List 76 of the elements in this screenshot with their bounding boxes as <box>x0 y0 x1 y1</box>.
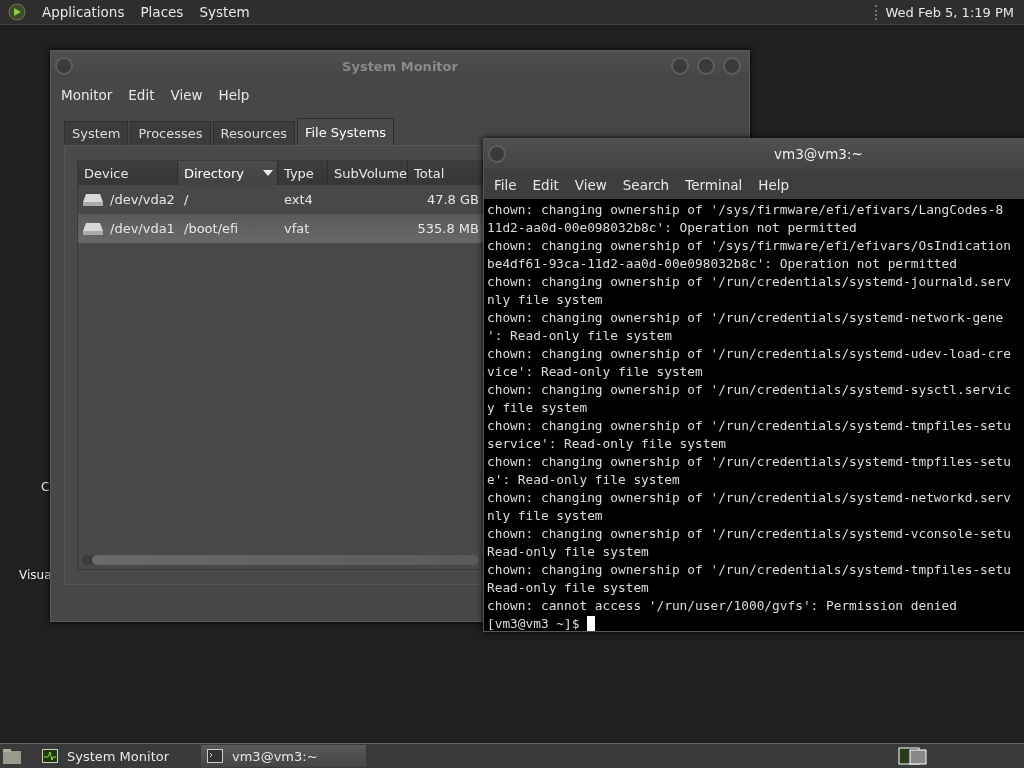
monitor-icon <box>42 749 58 763</box>
panel-menu[interactable]: Applications <box>34 4 133 20</box>
show-desktop-icon[interactable] <box>2 747 22 765</box>
tab[interactable]: System <box>64 121 129 145</box>
terminal-line: chown: changing ownership of '/sys/firmware/efi/efivars/OsIndication <box>487 237 1012 255</box>
panel-menu[interactable]: System <box>191 4 258 20</box>
terminal-line: chown: changing ownership of '/run/credentials/systemd-tmpfiles-setu <box>487 561 1012 579</box>
menu-item[interactable]: Help <box>750 175 798 195</box>
menu-item[interactable]: View <box>566 175 615 195</box>
column-header[interactable]: Directory <box>178 161 278 185</box>
terminal-line: e': Read-only file system <box>487 471 681 489</box>
taskbar-button[interactable]: vm3@vm3:~ <box>201 745 366 767</box>
table-cell-text: 47.8 GB <box>425 192 480 207</box>
terminal-line: ': Read-only file system <box>487 327 673 345</box>
window-title: System Monitor <box>342 58 458 74</box>
menu-item[interactable]: Monitor <box>53 85 121 105</box>
terminal-line: chown: changing ownership of '/run/credentials/systemd-journald.serv <box>487 273 1012 291</box>
terminal-line: nly file system <box>487 291 604 309</box>
tab[interactable]: Resources <box>212 121 295 145</box>
terminal-line: y file system <box>487 399 589 417</box>
terminal-line: vice': Read-only file system <box>487 363 704 381</box>
menu-item[interactable]: Help <box>210 85 258 105</box>
panel-menu[interactable]: Places <box>132 4 192 20</box>
sort-arrow-icon <box>263 170 273 176</box>
table-cell-text: ext4 <box>283 192 314 207</box>
logo-icon[interactable] <box>8 3 26 21</box>
desktop-icon-label[interactable]: Visua <box>19 568 52 582</box>
desktop-icon-label[interactable]: C <box>41 480 50 494</box>
terminal-line: chown: changing ownership of '/sys/firmware/efi/efivars/LangCodes-8 <box>487 201 1005 219</box>
menu-item[interactable]: Search <box>614 175 678 195</box>
terminal-line: chown: changing ownership of '/run/credentials/systemd-networkd.serv <box>487 489 1012 507</box>
window-menu-button[interactable] <box>488 145 506 163</box>
text-cursor <box>587 616 596 631</box>
menu-item[interactable]: View <box>162 85 211 105</box>
tab[interactable]: Processes <box>130 121 211 145</box>
table-cell-text: /boot/efi <box>183 221 240 236</box>
clock[interactable]: Wed Feb 5, 1:19 PM <box>875 4 1014 20</box>
table-cell: /dev/vda1 <box>110 221 175 236</box>
terminal-line: chown: changing ownership of '/run/credentials/systemd-sysctl.servic <box>487 381 1012 399</box>
terminal-line: chown: changing ownership of '/run/credentials/systemd-vconsole-setu <box>487 525 1012 543</box>
column-header[interactable]: SubVolume <box>328 161 408 185</box>
shell-prompt: [vm3@vm3 ~]$ <box>487 615 580 631</box>
terminal-line: chown: changing ownership of '/run/credentials/systemd-udev-load-cre <box>487 345 1012 363</box>
table-cell-text: / <box>183 192 190 207</box>
menu-item[interactable]: Edit <box>120 85 163 105</box>
window-title: vm3@vm3:~ <box>774 146 863 162</box>
table-cell-text: vfat <box>283 221 311 236</box>
minimize-button[interactable] <box>671 57 689 75</box>
drive-icon <box>82 221 104 236</box>
table-cell: /dev/vda2 <box>110 192 175 207</box>
terminal-line: chown: changing ownership of '/run/credentials/systemd-network-gene <box>487 309 1005 327</box>
terminal-line: nly file system <box>487 507 604 525</box>
menu-item[interactable]: Terminal <box>677 175 751 195</box>
drive-icon <box>82 192 104 207</box>
terminal-line: Read-only file system <box>487 579 650 597</box>
horizontal-scrollbar[interactable] <box>82 555 479 565</box>
workspace-switcher-icon[interactable] <box>898 747 928 765</box>
terminal-line: be4df61-93ca-11d2-aa0d-00e098032b8c': Operation not permitted <box>487 255 958 273</box>
close-button[interactable] <box>723 57 741 75</box>
terminal-line: 11d2-aa0d-00e098032b8c': Operation not permitted <box>487 219 858 237</box>
taskbar-button[interactable]: System Monitor <box>36 745 201 767</box>
terminal-line: chown: changing ownership of '/run/credentials/systemd-tmpfiles-setu <box>487 453 1012 471</box>
menu-item[interactable]: File <box>486 175 525 195</box>
terminal-icon <box>207 749 223 763</box>
tab[interactable]: File Systems <box>296 118 395 145</box>
table-row[interactable]: /dev/vda1 /boot/efi vfat 535.8 MB <box>78 214 483 243</box>
terminal-line: chown: cannot access '/run/user/1000/gvfs': Permission denied <box>487 597 958 615</box>
table-row[interactable]: /dev/vda2 / ext4 47.8 GB <box>78 185 483 214</box>
terminal-line: Read-only file system <box>487 543 650 561</box>
column-header[interactable]: Type <box>278 161 328 185</box>
table-cell-text: 535.8 MB <box>416 221 480 236</box>
window-menu-button[interactable] <box>55 57 73 75</box>
menu-item[interactable]: Edit <box>524 175 567 195</box>
terminal-line: chown: changing ownership of '/run/credentials/systemd-tmpfiles-setu <box>487 417 1012 435</box>
terminal-line: service': Read-only file system <box>487 435 727 453</box>
maximize-button[interactable] <box>697 57 715 75</box>
